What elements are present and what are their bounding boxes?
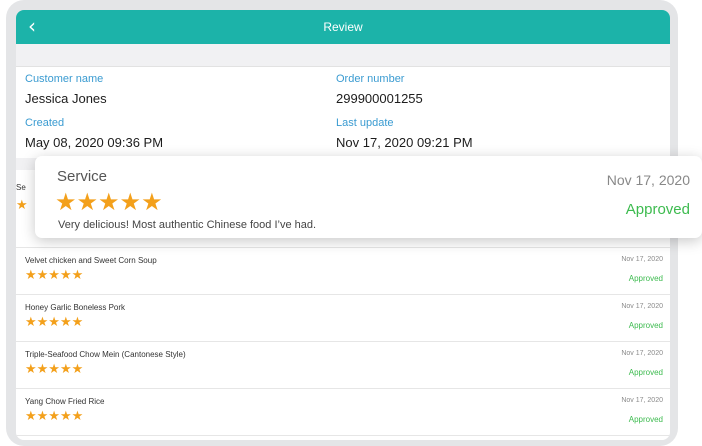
service-review-card[interactable]: Service ★★★★★ Very delicious! Most authe…	[35, 156, 702, 238]
status-badge: Approved	[625, 201, 690, 218]
review-row[interactable]: Triple-Seafood Chow Mein (Cantonese Styl…	[16, 342, 670, 389]
review-date: Nov 17, 2020	[621, 303, 663, 310]
review-item-name: Honey Garlic Boneless Pork	[25, 303, 126, 312]
header-bar: Review ‹	[16, 10, 670, 44]
service-row-label-partial: Se	[16, 183, 26, 192]
star-rating: ★★★★★	[55, 188, 163, 216]
last-update-label: Last update	[336, 117, 394, 129]
chevron-left-icon[interactable]: ‹	[28, 14, 36, 38]
review-row[interactable]: Yang Chow Fried Rice ★★★★★ Nov 17, 2020 …	[16, 389, 670, 436]
review-row[interactable]: Velvet chicken and Sweet Corn Soup ★★★★★…	[16, 248, 670, 295]
review-date: Nov 17, 2020	[621, 397, 663, 404]
page-title: Review	[323, 20, 363, 34]
created-label: Created	[25, 117, 65, 129]
order-number-value: 299900001255	[336, 91, 423, 106]
review-item-name: Yang Chow Fried Rice	[25, 397, 105, 406]
star-rating: ★★★★★	[25, 362, 84, 377]
status-badge: Approved	[628, 274, 663, 283]
review-date: Nov 17, 2020	[621, 350, 663, 357]
status-badge: Approved	[628, 321, 663, 330]
customer-name-label: Customer name	[25, 73, 104, 85]
star-rating: ★★★★★	[25, 268, 84, 283]
last-update-value: Nov 17, 2020 09:21 PM	[336, 135, 473, 150]
order-number-label: Order number	[336, 73, 405, 85]
customer-name-value: Jessica Jones	[25, 91, 107, 106]
review-item-name: Velvet chicken and Sweet Corn Soup	[25, 256, 157, 265]
star-rating: ★★★★★	[25, 409, 84, 424]
review-date: Nov 17, 2020	[621, 256, 663, 263]
review-item-name: Service	[57, 168, 108, 185]
star-rating: ★★★★★	[25, 315, 84, 330]
star-icon: ★	[16, 198, 28, 213]
status-badge: Approved	[628, 368, 663, 377]
review-date: Nov 17, 2020	[606, 172, 690, 188]
order-info-panel: Customer name Jessica Jones Order number…	[16, 66, 670, 158]
review-row[interactable]: Honey Garlic Boneless Pork ★★★★★ Nov 17,…	[16, 295, 670, 342]
status-badge: Approved	[628, 415, 663, 424]
review-comment: Very delicious! Most authentic Chinese f…	[58, 219, 317, 231]
created-value: May 08, 2020 09:36 PM	[25, 135, 164, 150]
review-item-name: Triple-Seafood Chow Mein (Cantonese Styl…	[25, 350, 186, 359]
